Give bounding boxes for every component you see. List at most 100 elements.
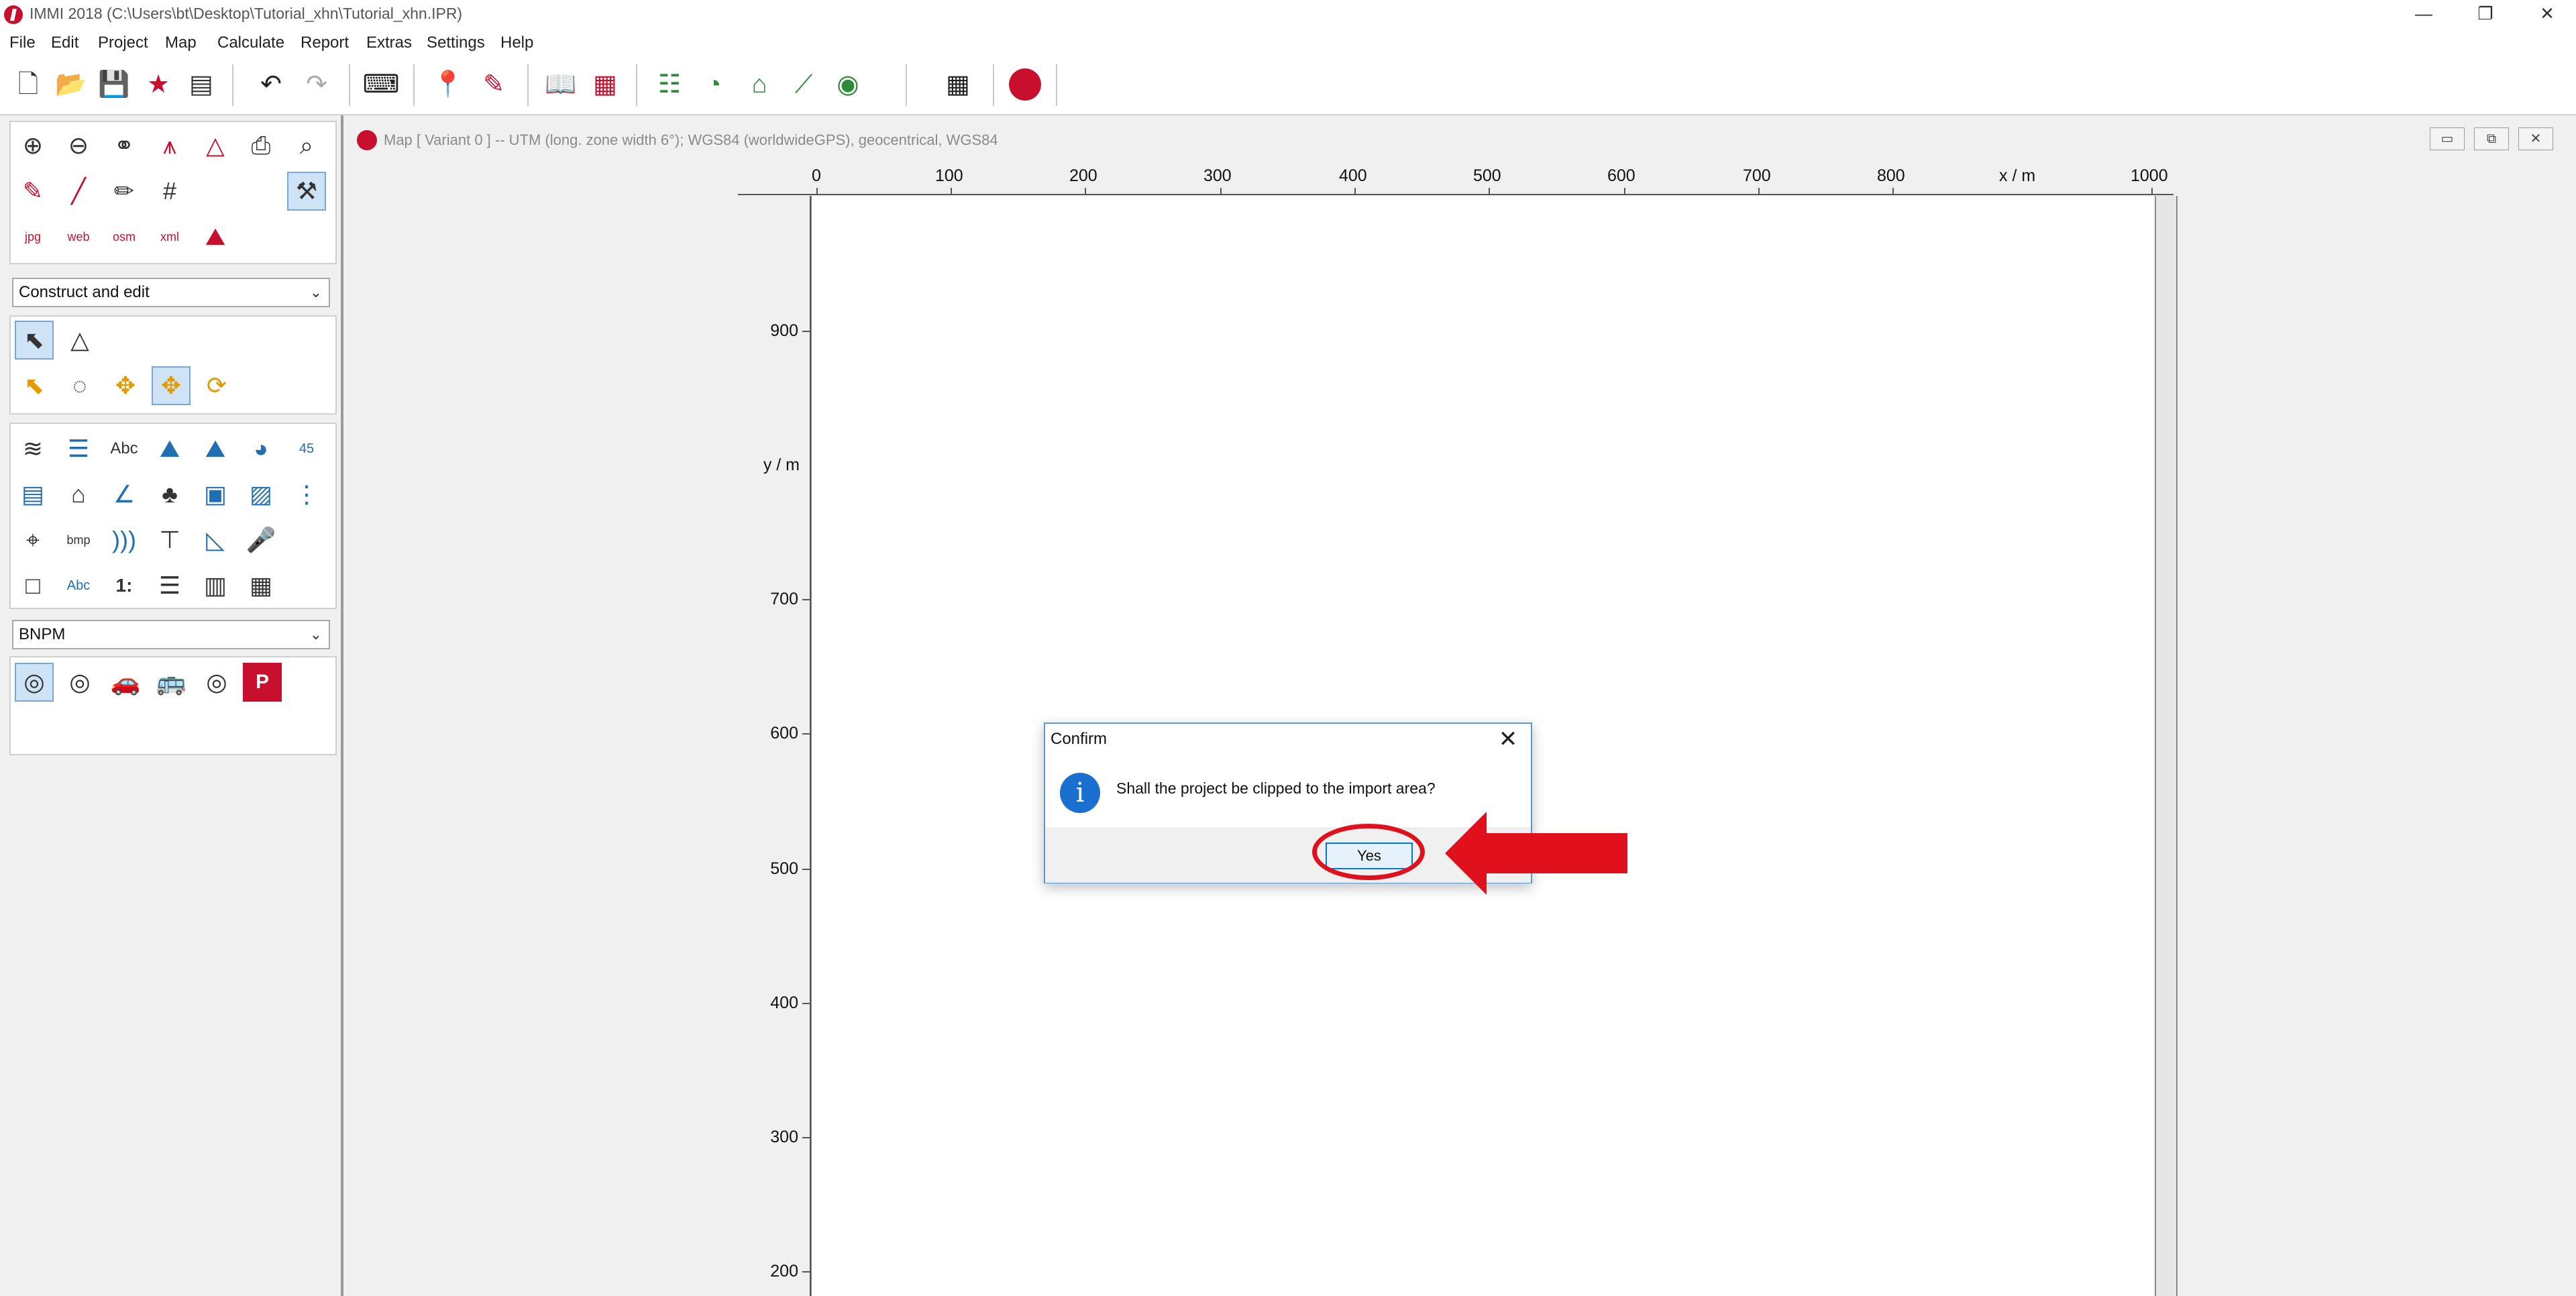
house-icon[interactable]: ⌂ <box>59 475 98 514</box>
list-icon[interactable]: ☰ <box>150 566 189 605</box>
wall-icon[interactable]: ▤ <box>13 475 52 514</box>
sound-wave-icon[interactable]: ))) <box>105 521 144 559</box>
point-target-icon[interactable]: ◎ <box>197 663 236 702</box>
toolbar-separator <box>1056 64 1057 106</box>
badge-45-icon[interactable]: 45 <box>287 429 326 468</box>
target-icon[interactable]: ◉ <box>829 66 867 103</box>
crane-icon[interactable]: ⊤ <box>150 521 189 559</box>
pie-icon[interactable]: ◔ <box>695 66 733 103</box>
xml-icon[interactable]: xml <box>150 217 189 256</box>
menu-edit[interactable]: Edit <box>51 34 78 52</box>
immi-logo-icon[interactable] <box>1009 68 1041 101</box>
text-box-icon[interactable]: Abc <box>59 566 98 605</box>
menu-report[interactable]: Report <box>301 34 349 52</box>
map-minimize-button[interactable]: ▭ <box>2430 127 2465 150</box>
minimize-button[interactable]: — <box>2394 0 2454 30</box>
restore-button[interactable]: ❐ <box>2455 0 2516 30</box>
receiver-target-icon[interactable]: ◎ <box>60 663 99 702</box>
favorite-icon[interactable]: ★ <box>140 66 177 103</box>
text-abc-icon[interactable]: Abc <box>105 429 144 468</box>
jpg-icon[interactable]: jpg <box>13 217 52 256</box>
grid-list-icon[interactable]: ▦ <box>586 66 624 103</box>
bmp-icon[interactable]: bmp <box>59 521 98 559</box>
rotate-icon[interactable]: ⟳ <box>197 366 236 405</box>
pie-chart-icon[interactable]: ◕ <box>241 429 280 468</box>
settings-sliders-icon[interactable]: ☷ <box>651 66 688 103</box>
zoom-list-icon[interactable]: ⌕ <box>287 126 326 165</box>
pen-icon[interactable]: ╱ <box>59 172 98 211</box>
slope-icon[interactable]: ◺ <box>196 521 235 559</box>
house-icon[interactable]: ⌂ <box>741 66 778 103</box>
edit-triangle-icon[interactable]: △ <box>196 126 235 165</box>
save-project-icon[interactable]: 💾 <box>95 66 133 103</box>
y-tick-label: 500 <box>770 859 798 878</box>
menu-project[interactable]: Project <box>98 34 148 52</box>
map-restore-button[interactable]: ⧉ <box>2474 127 2509 150</box>
hatch-area-icon[interactable]: ▨ <box>241 475 280 514</box>
close-button[interactable]: ✕ <box>2517 0 2576 30</box>
open-project-icon[interactable]: 📂 <box>52 66 90 103</box>
pencil-icon[interactable]: ✏ <box>105 172 144 211</box>
calculator-icon[interactable]: ▦ <box>939 66 977 103</box>
traffic-light-icon[interactable]: ⋮ <box>287 475 326 514</box>
grid-hash-icon[interactable]: # <box>150 172 189 211</box>
lasso-icon[interactable]: ◌ <box>60 366 99 405</box>
menu-file[interactable]: File <box>9 34 36 52</box>
columns-icon[interactable]: ▥ <box>196 566 235 605</box>
move-icon[interactable]: ✥ <box>106 366 145 405</box>
locate-edit-icon[interactable]: ✎ <box>475 66 513 103</box>
menu-map[interactable]: Map <box>165 34 197 52</box>
binoculars-icon[interactable]: ⚭ <box>105 126 144 165</box>
table-icon[interactable]: ▦ <box>241 566 280 605</box>
map-book-icon[interactable]: ▣ <box>196 475 235 514</box>
select-pointer-icon[interactable]: ⬉ <box>15 321 54 360</box>
road-icon[interactable]: ≋ <box>13 429 52 468</box>
menu-extras[interactable]: Extras <box>366 34 412 52</box>
keyboard-icon[interactable]: ⌨ <box>362 66 400 103</box>
toolbar-separator <box>906 64 907 106</box>
multi-select-icon[interactable]: ⬉ <box>15 366 54 405</box>
mode-select-value: Construct and edit <box>19 283 150 301</box>
microphone-icon[interactable]: 🎤 <box>241 521 280 559</box>
move-points-icon[interactable]: ✥ <box>152 366 191 405</box>
lines-icon[interactable]: ☰ <box>59 429 98 468</box>
zoom-out-icon[interactable]: ⊖ <box>59 126 98 165</box>
app-logo-icon <box>4 5 23 24</box>
mode-select[interactable]: Construct and edit ⌄ <box>12 278 330 307</box>
car-icon[interactable]: 🚗 <box>106 663 145 702</box>
bus-icon[interactable]: 🚌 <box>152 663 191 702</box>
source-target-icon[interactable]: ◎ <box>15 663 54 702</box>
menu-calculate[interactable]: Calculate <box>217 34 284 52</box>
map-window-logo-icon <box>357 130 377 150</box>
mountain-dotted-icon[interactable]: ⛰ <box>150 429 189 468</box>
parking-icon[interactable]: P <box>243 663 282 702</box>
crosshair-icon[interactable]: ⌖ <box>13 521 52 559</box>
mountain-icon[interactable]: ⛰ <box>196 429 235 468</box>
locate-icon[interactable]: 📍 <box>429 66 467 103</box>
graph-icon[interactable]: ⟋ <box>785 66 822 103</box>
dialog-close-button[interactable]: ✕ <box>1495 726 1521 753</box>
zoom-in-icon[interactable]: ⊕ <box>13 126 52 165</box>
osm-icon[interactable]: osm <box>105 217 144 256</box>
info-icon: i <box>1060 773 1100 813</box>
undo-icon[interactable]: ↶ <box>252 66 290 103</box>
redo-icon[interactable]: ↷ <box>298 66 335 103</box>
tools-icon[interactable]: ⚒ <box>287 172 326 211</box>
web-icon[interactable]: web <box>59 217 98 256</box>
menu-settings[interactable]: Settings <box>427 34 485 52</box>
document-icon[interactable]: ▤ <box>182 66 220 103</box>
tree-icon[interactable]: ♣ <box>150 475 189 514</box>
broadcast-icon[interactable]: ✎ <box>13 172 52 211</box>
measure-icon[interactable]: ⩚ <box>150 126 189 165</box>
category-select[interactable]: BNPM ⌄ <box>12 620 330 649</box>
map-close-button[interactable]: ✕ <box>2518 127 2553 150</box>
terrain-icon[interactable]: ⛰ <box>196 217 235 256</box>
menu-help[interactable]: Help <box>500 34 533 52</box>
print-icon[interactable]: ⎙ <box>241 126 280 165</box>
angle-icon[interactable]: ∠ <box>105 475 144 514</box>
book-icon[interactable]: 📖 <box>542 66 580 103</box>
scale-icon[interactable]: 1: <box>105 566 144 605</box>
polygon-point-icon[interactable]: △ <box>60 321 99 360</box>
new-project-icon[interactable]: 🗋 <box>9 66 47 103</box>
frame-icon[interactable]: □ <box>13 566 52 605</box>
